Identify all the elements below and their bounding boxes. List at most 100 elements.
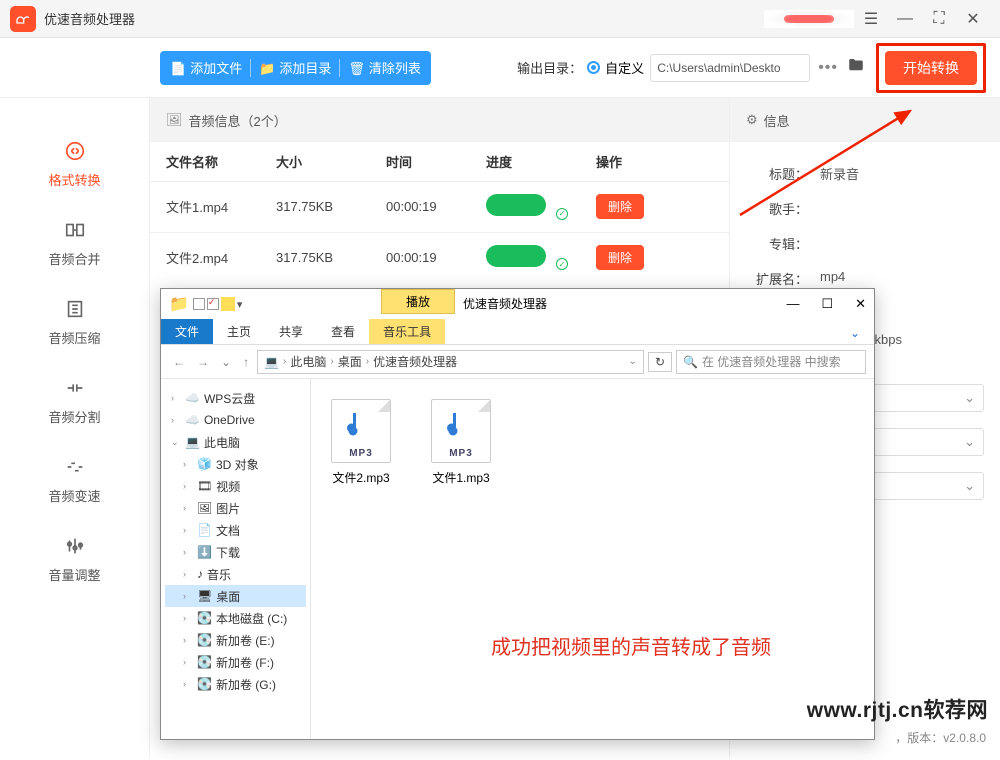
sidebar-item-format[interactable]: 格式转换: [0, 128, 149, 207]
qa-check: [193, 298, 205, 310]
col-action: 操作: [596, 152, 676, 171]
breadcrumb[interactable]: 💻› 此电脑› 桌面› 优速音频处理器 ⌄: [257, 350, 644, 374]
output-label: 输出目录：: [517, 58, 582, 77]
ex-maximize-icon[interactable]: ☐: [821, 296, 833, 312]
progress-pill: [486, 194, 546, 216]
tree-node[interactable]: ›🖼图片: [165, 497, 306, 519]
tree-node[interactable]: ›♪音乐: [165, 563, 306, 585]
quick-access-icons: ▾: [193, 297, 243, 311]
title-bar: 优速音频处理器 ☰ — ⛶ ✕: [0, 0, 1000, 38]
maximize-icon[interactable]: ⛶: [928, 8, 950, 30]
refresh-icon[interactable]: ↻: [648, 352, 672, 372]
toolbar: 📄添加文件 📁添加目录 🗑清除列表 输出目录： 自定义 ••• 开始转换: [0, 38, 1000, 98]
list-header: 🖼 音频信息（2个）: [150, 98, 729, 142]
folder-icon: 📁: [169, 294, 189, 314]
ribbon-expand-icon[interactable]: ⌄: [836, 322, 874, 344]
pc-icon: 💻: [264, 355, 279, 369]
qa-check-red: [207, 298, 219, 310]
play-tab[interactable]: 播放: [381, 289, 455, 314]
custom-radio[interactable]: [587, 61, 600, 74]
speed-icon: [0, 456, 149, 480]
explorer-window: 📁 ▾ 播放 优速音频处理器 — ☐ ✕ 文件 主页 共享 查看 音乐工具 ⌄ …: [160, 288, 875, 740]
sidebar-item-speed[interactable]: 音频变速: [0, 444, 149, 523]
volume-icon: [0, 535, 149, 559]
sidebar-item-volume[interactable]: 音量调整: [0, 523, 149, 602]
tree-node[interactable]: ›⬇️下载: [165, 541, 306, 563]
delete-button[interactable]: 删除: [596, 245, 644, 270]
explorer-ribbon-tabs: 文件 主页 共享 查看 音乐工具 ⌄: [161, 319, 874, 345]
explorer-search[interactable]: 🔍 在 优速音频处理器 中搜索: [676, 350, 866, 374]
app-title: 优速音频处理器: [44, 9, 135, 28]
more-icon[interactable]: •••: [818, 59, 838, 77]
image-icon: 🖼: [166, 112, 183, 128]
tree-node[interactable]: ›☁️OneDrive: [165, 409, 306, 431]
delete-button[interactable]: 删除: [596, 194, 644, 219]
col-progress: 进度: [486, 152, 596, 171]
ex-close-icon[interactable]: ✕: [855, 296, 866, 312]
menu-icon[interactable]: ☰: [860, 8, 882, 30]
col-name: 文件名称: [166, 152, 276, 171]
explorer-titlebar: 📁 ▾ 播放 优速音频处理器 — ☐ ✕: [161, 289, 874, 319]
convert-highlight: 开始转换: [876, 43, 986, 93]
ex-minimize-icon[interactable]: —: [786, 296, 799, 312]
sidebar-item-split[interactable]: 音频分割: [0, 365, 149, 444]
sidebar-item-merge[interactable]: 音频合并: [0, 207, 149, 286]
format-icon: [0, 140, 149, 164]
gear-icon: ⚙: [746, 112, 758, 128]
footer-version: ，版本：v2.0.8.0: [895, 729, 986, 746]
add-folder-button[interactable]: 📁添加目录: [259, 58, 331, 77]
clear-list-button[interactable]: 🗑清除列表: [348, 58, 421, 77]
table-row[interactable]: 文件2.mp4 317.75KB 00:00:19 删除: [150, 232, 729, 283]
tree-node[interactable]: ›🧊3D 对象: [165, 453, 306, 475]
nav-up-icon[interactable]: ↑: [239, 355, 253, 369]
info-header: ⚙ 信息: [730, 98, 1000, 142]
tree-node[interactable]: ›💽新加卷 (G:): [165, 673, 306, 695]
tree-node[interactable]: ›📄文档: [165, 519, 306, 541]
user-area: [764, 10, 854, 28]
col-time: 时间: [386, 152, 486, 171]
sidebar-item-compress[interactable]: 音频压缩: [0, 286, 149, 365]
progress-pill: [486, 245, 546, 267]
minimize-icon[interactable]: —: [894, 8, 916, 30]
annotation-message: 成功把视频里的声音转成了音频: [491, 631, 771, 660]
tree-node[interactable]: ›☁️WPS云盘: [165, 387, 306, 409]
compress-icon: [0, 298, 149, 322]
tree-node[interactable]: ›🖥桌面: [165, 585, 306, 607]
close-icon[interactable]: ✕: [962, 8, 984, 30]
tree-node[interactable]: ⌄💻此电脑: [165, 431, 306, 453]
start-convert-button[interactable]: 开始转换: [885, 51, 977, 85]
tree-node[interactable]: ›💽新加卷 (F:): [165, 651, 306, 673]
app-logo: [10, 6, 36, 32]
add-file-button[interactable]: 📄添加文件: [170, 58, 242, 77]
tab-home[interactable]: 主页: [213, 319, 265, 344]
col-size: 大小: [276, 152, 386, 171]
custom-label: 自定义: [605, 58, 644, 77]
tree-node[interactable]: ›💽本地磁盘 (C:): [165, 607, 306, 629]
nav-back-icon[interactable]: ←: [169, 355, 189, 369]
split-icon: [0, 377, 149, 401]
file-item[interactable]: MP3文件2.mp3: [331, 399, 391, 719]
tab-music-tools[interactable]: 音乐工具: [369, 319, 445, 344]
watermark: www.rjtj.cn软荐网: [807, 694, 988, 724]
nav-fwd-icon[interactable]: →: [193, 355, 213, 369]
table-row[interactable]: 文件1.mp4 317.75KB 00:00:19 删除: [150, 181, 729, 232]
qa-folder: [221, 297, 235, 311]
bitrate-label: kbps: [875, 332, 902, 347]
tree-node[interactable]: ›🎞视频: [165, 475, 306, 497]
tab-view[interactable]: 查看: [317, 319, 369, 344]
explorer-tree: ›☁️WPS云盘›☁️OneDrive⌄💻此电脑›🧊3D 对象›🎞视频›🖼图片›…: [161, 379, 311, 739]
output-path-input[interactable]: [650, 54, 810, 82]
nav-recent-icon[interactable]: ⌄: [217, 355, 235, 369]
open-folder-icon[interactable]: [846, 56, 866, 79]
tree-node[interactable]: ›💽新加卷 (E:): [165, 629, 306, 651]
explorer-files: MP3文件2.mp3 MP3文件1.mp3 成功把视频里的声音转成了音频: [311, 379, 874, 739]
done-icon: [556, 208, 568, 220]
explorer-title: 优速音频处理器: [463, 295, 547, 312]
file-buttons: 📄添加文件 📁添加目录 🗑清除列表: [160, 51, 431, 85]
file-item[interactable]: MP3文件1.mp3: [431, 399, 491, 719]
sidebar: 格式转换 音频合并 音频压缩 音频分割 音频变速 音量调整: [0, 98, 150, 758]
tab-share[interactable]: 共享: [265, 319, 317, 344]
tab-file[interactable]: 文件: [161, 319, 213, 344]
merge-icon: [0, 219, 149, 243]
done-icon: [556, 258, 568, 270]
